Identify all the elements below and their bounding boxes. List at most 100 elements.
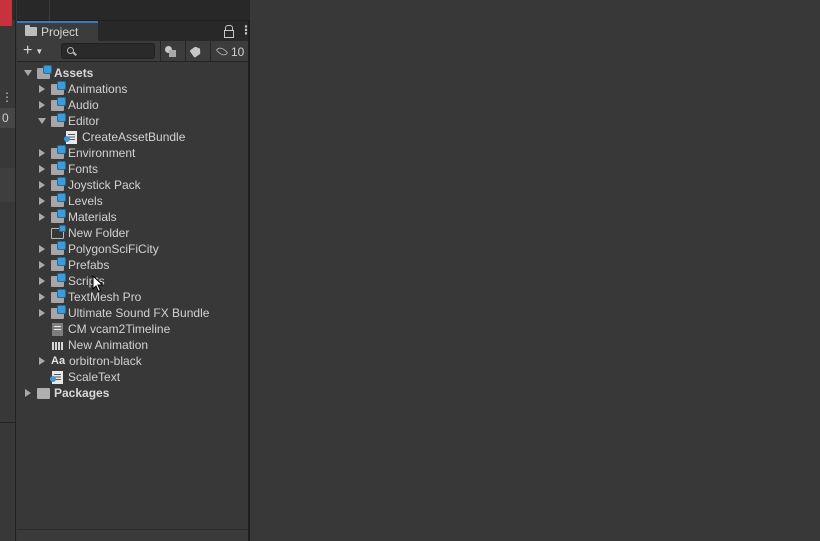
tree-item[interactable]: Prefabs [17,257,248,273]
record-indicator [0,0,12,26]
adjacent-highlight-row [0,168,15,202]
project-tree: Assets Animations Audio Editor CreateAssetBu… [17,65,248,401]
no-arrow [37,373,46,382]
tree-item-label: Joystick Pack [68,178,141,192]
tree-item-label: Levels [68,194,103,208]
window-top-strip [17,0,250,21]
lock-icon[interactable] [223,23,234,38]
eye-slash-icon [215,45,229,58]
chevron-down-icon: ▼ [35,47,44,56]
adjacent-window-strip: ⋮ 0 [0,0,16,541]
shapes-icon [165,46,176,57]
expand-arrow-right-icon[interactable] [37,261,46,270]
expand-arrow-right-icon[interactable] [23,389,32,398]
folder-asset-icon [37,65,51,79]
tree-item[interactable]: New Animation [17,337,248,353]
tree-item[interactable]: Environment [17,145,248,161]
expand-arrow-right-icon[interactable] [37,181,46,190]
tree-item-label: Environment [68,146,136,160]
tree-item[interactable]: Assets [17,65,248,81]
script-icon [64,130,77,144]
timeline-icon [52,322,63,336]
empty-folder-icon [51,225,65,239]
expand-arrow-right-icon[interactable] [37,357,46,366]
folder-asset-icon [51,209,65,223]
expand-arrow-right-icon[interactable] [37,293,46,302]
tree-item[interactable]: Aa orbitron-black [17,353,248,369]
adjacent-value-field[interactable]: 0 [0,108,15,128]
expand-arrow-right-icon[interactable] [37,197,46,206]
tree-item[interactable]: ScaleText [17,369,248,385]
adjacent-divider [0,422,15,423]
font-icon: Aa [51,354,66,367]
kebab-menu-icon[interactable]: ⋮ [1,88,15,106]
folder-asset-icon [51,273,65,287]
expand-arrow-right-icon[interactable] [37,165,46,174]
project-panel: Project ⋮ + ▼ 10 Assets Animations Audio Ed… [17,21,252,541]
tree-item-label: Editor [68,114,100,128]
folder-asset-icon [51,145,65,159]
search-icon [67,47,74,54]
folder-asset-icon [51,113,65,127]
create-asset-button[interactable]: + ▼ [23,42,49,60]
tag-icon [189,45,202,58]
expand-arrow-right-icon[interactable] [37,213,46,222]
tree-item-label: CM vcam2Timeline [68,322,171,336]
tree-item-label: Prefabs [68,258,110,272]
tree-item[interactable]: Materials [17,209,248,225]
no-arrow [37,341,46,350]
tree-item[interactable]: Fonts [17,161,248,177]
project-footer-bar [17,529,248,541]
tree-item-label: TextMesh Pro [68,290,142,304]
search-input[interactable] [61,43,155,59]
tree-item[interactable]: PolygonSciFiCity [17,241,248,257]
kebab-menu-icon[interactable]: ⋮ [240,23,252,37]
hidden-packages-toggle[interactable]: 10 [210,41,250,62]
tree-item-label: ScaleText [68,370,121,384]
tree-item-label: New Animation [68,338,149,352]
tree-item[interactable]: Scripts [17,273,248,289]
plus-icon: + [23,42,33,59]
animation-clip-icon [52,339,63,352]
tree-item[interactable]: Ultimate Sound FX Bundle [17,305,248,321]
tab-project-label: Project [41,25,79,39]
no-arrow [51,133,60,142]
expand-arrow-right-icon[interactable] [37,85,46,94]
expand-arrow-right-icon[interactable] [37,245,46,254]
expand-arrow-down-icon[interactable] [23,69,32,78]
tree-item-label: New Folder [68,226,130,240]
expand-arrow-right-icon[interactable] [37,309,46,318]
tree-item-label: Animations [68,82,128,96]
empty-editor-area [252,0,820,541]
tree-item[interactable]: TextMesh Pro [17,289,248,305]
tab-project[interactable]: Project [17,21,98,41]
folder-asset-icon [51,177,65,191]
tree-item[interactable]: New Folder [17,225,248,241]
tree-item[interactable]: CreateAssetBundle [17,129,248,145]
search-by-type-button[interactable] [160,41,180,62]
folder-icon [25,25,37,36]
folder-icon [37,387,50,399]
tree-item[interactable]: Editor [17,113,248,129]
tree-item[interactable]: Joystick Pack [17,177,248,193]
folder-asset-icon [51,97,65,111]
folder-asset-icon [51,81,65,95]
tree-item[interactable]: Packages [17,385,248,401]
expand-arrow-right-icon[interactable] [37,149,46,158]
tree-item-label: orbitron-black [69,354,142,368]
tree-item[interactable]: Levels [17,193,248,209]
tree-item[interactable]: Animations [17,81,248,97]
folder-asset-icon [51,305,65,319]
folder-asset-icon [51,257,65,271]
tree-item[interactable]: CM vcam2Timeline [17,321,248,337]
tree-item-label: Packages [54,386,110,400]
expand-arrow-right-icon[interactable] [37,277,46,286]
expand-arrow-down-icon[interactable] [37,117,46,126]
project-toolbar: + ▼ 10 [17,41,248,62]
folder-asset-icon [51,193,65,207]
search-by-label-button[interactable] [185,41,205,62]
tree-item[interactable]: Audio [17,97,248,113]
expand-arrow-right-icon[interactable] [37,101,46,110]
tree-item-label: CreateAssetBundle [82,130,186,144]
tree-item-label: Fonts [68,162,99,176]
